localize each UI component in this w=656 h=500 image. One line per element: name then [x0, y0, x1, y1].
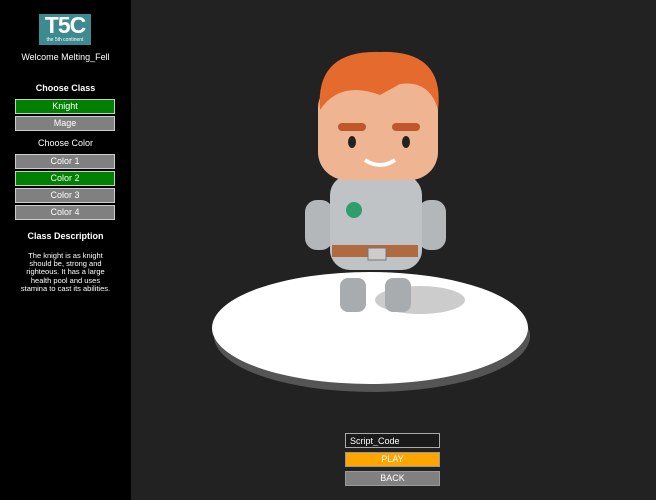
class-knight-button[interactable]: Knight [15, 99, 115, 114]
color-1-button[interactable]: Color 1 [15, 154, 115, 169]
class-description-text: The knight is as knight should be, stron… [20, 251, 111, 293]
character-preview-scene[interactable] [131, 0, 656, 500]
play-button[interactable]: PLAY [345, 452, 440, 467]
sidebar: T5C the 5th continent Welcome Melting_Fel… [0, 0, 131, 500]
logo: T5C the 5th continent [39, 14, 91, 45]
color-3-button[interactable]: Color 3 [15, 188, 115, 203]
class-description-heading: Class Description [27, 231, 104, 241]
color-4-button[interactable]: Color 4 [15, 205, 115, 220]
choose-color-heading: Choose Color [37, 138, 94, 148]
platform [212, 272, 528, 384]
class-mage-button[interactable]: Mage [15, 116, 115, 131]
color-2-button[interactable]: Color 2 [15, 171, 115, 186]
choose-class-heading: Choose Class [35, 83, 96, 93]
script-code-input[interactable] [345, 433, 440, 448]
welcome-text: Welcome Melting_Fell [21, 52, 110, 62]
back-button[interactable]: BACK [345, 471, 440, 486]
